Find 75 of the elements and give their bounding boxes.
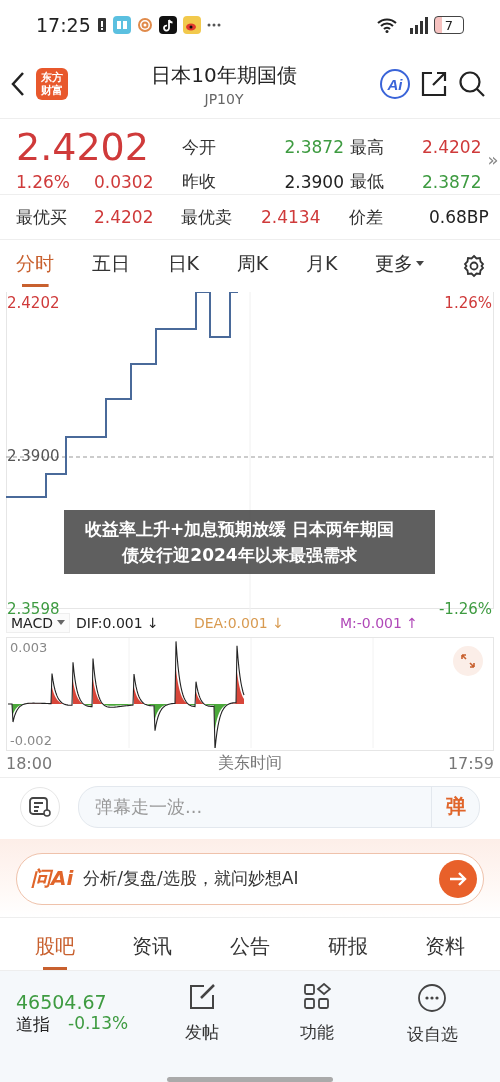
expand-button[interactable]: [453, 645, 483, 676]
settings-icon[interactable]: [462, 254, 486, 278]
axis-label: 2.4202: [7, 294, 60, 312]
share-icon[interactable]: [420, 70, 448, 98]
stat-label: 最高: [350, 135, 385, 159]
section-tab[interactable]: 资料: [425, 929, 466, 970]
section-tab[interactable]: 公告: [230, 929, 270, 970]
stat-value: 2.4202: [94, 207, 155, 227]
stat-value: 2.3900: [283, 171, 344, 192]
axis-label: -1.26%: [438, 600, 492, 618]
dea-value: DEA:0.001 ↓: [193, 614, 285, 631]
book-icon: [112, 16, 131, 34]
danmaku-settings-button[interactable]: [20, 786, 60, 827]
at-sign-icon: [136, 17, 153, 33]
music-note-icon: [158, 16, 177, 34]
axis-label: -0.002: [10, 732, 52, 748]
action-label[interactable]: 功能: [300, 1021, 334, 1044]
change-percent: 1.26%: [16, 171, 70, 192]
alert-icon: [96, 17, 107, 33]
period-tab[interactable]: 周K: [236, 245, 269, 287]
stat-label: 昨收: [182, 170, 217, 193]
stat-value: 2.3872: [422, 171, 482, 192]
ai-prompt-text: 分析/复盘/选股，就问妙想AI: [83, 867, 300, 891]
index-name[interactable]: 道指: [16, 1013, 50, 1036]
more-icon: [206, 23, 221, 27]
ai-prompt-bar[interactable]: 问Ai 分析/复盘/选股，就问妙想AI: [16, 852, 484, 905]
section-tab[interactable]: 资讯: [132, 929, 173, 970]
page-title: 日本10年期国债: [151, 61, 297, 89]
period-tab[interactable]: 五日: [91, 245, 130, 287]
back-icon[interactable]: [10, 71, 26, 97]
time-label: 17:59: [447, 754, 494, 774]
dif-value: DIF:0.001 ↓: [75, 614, 160, 631]
stat-label: 价差: [349, 205, 384, 229]
action-label[interactable]: 发帖: [184, 1021, 219, 1044]
more-icon[interactable]: [417, 983, 448, 1013]
headline-banner: 收益率上升+加息预期放缓 日本两年期国债发行迎2024年以来最强需求: [64, 510, 435, 574]
ticker-code: JP10Y: [204, 90, 244, 107]
stat-value: 2.4134: [261, 207, 322, 227]
stat-value: 2.4202: [422, 137, 482, 157]
battery-level: 7: [434, 16, 464, 34]
axis-label: 2.3900: [7, 447, 60, 465]
axis-label: 1.26%: [444, 294, 492, 312]
go-button[interactable]: [439, 859, 477, 898]
app-logo: 东方财富: [36, 68, 68, 100]
period-tab[interactable]: 日K: [167, 245, 199, 287]
time-label: 18:00: [6, 754, 53, 774]
last-price: 2.4202: [16, 126, 150, 168]
wifi-icon: [376, 17, 398, 33]
expand-icon[interactable]: [460, 652, 476, 669]
caret-icon[interactable]: [56, 619, 65, 626]
stat-label: 最优卖: [181, 205, 233, 229]
ai-brand-logo: 问Ai: [31, 865, 74, 893]
m-value: M:-0.001 ↑: [339, 614, 419, 631]
clock-time: 17:25: [36, 14, 91, 36]
period-tab[interactable]: 月K: [306, 245, 338, 287]
change-amount: 0.0302: [94, 171, 154, 192]
ai-button[interactable]: Ai: [380, 69, 410, 99]
grid-icon[interactable]: [303, 983, 331, 1011]
more-dropdown[interactable]: 更多: [375, 245, 425, 287]
caret-icon[interactable]: [416, 261, 425, 267]
section-tab[interactable]: 研报: [327, 929, 368, 970]
stat-value: 2.3872: [283, 137, 344, 157]
action-label[interactable]: 设自选: [406, 1023, 458, 1046]
arrow-right-icon[interactable]: [448, 870, 468, 887]
timezone-label: 美东时间: [218, 753, 282, 775]
edit-icon[interactable]: [187, 983, 216, 1011]
expand-button[interactable]: »: [487, 149, 500, 170]
search-icon[interactable]: [458, 70, 486, 98]
eye-logo-icon: [182, 16, 201, 34]
axis-label: 0.003: [10, 639, 48, 655]
stat-label: 最优买: [16, 205, 68, 229]
list-settings-icon[interactable]: [28, 795, 52, 818]
stat-value: 0.68BP: [429, 207, 489, 227]
stat-label: 今开: [182, 135, 217, 159]
stat-label: 最低: [350, 170, 385, 193]
